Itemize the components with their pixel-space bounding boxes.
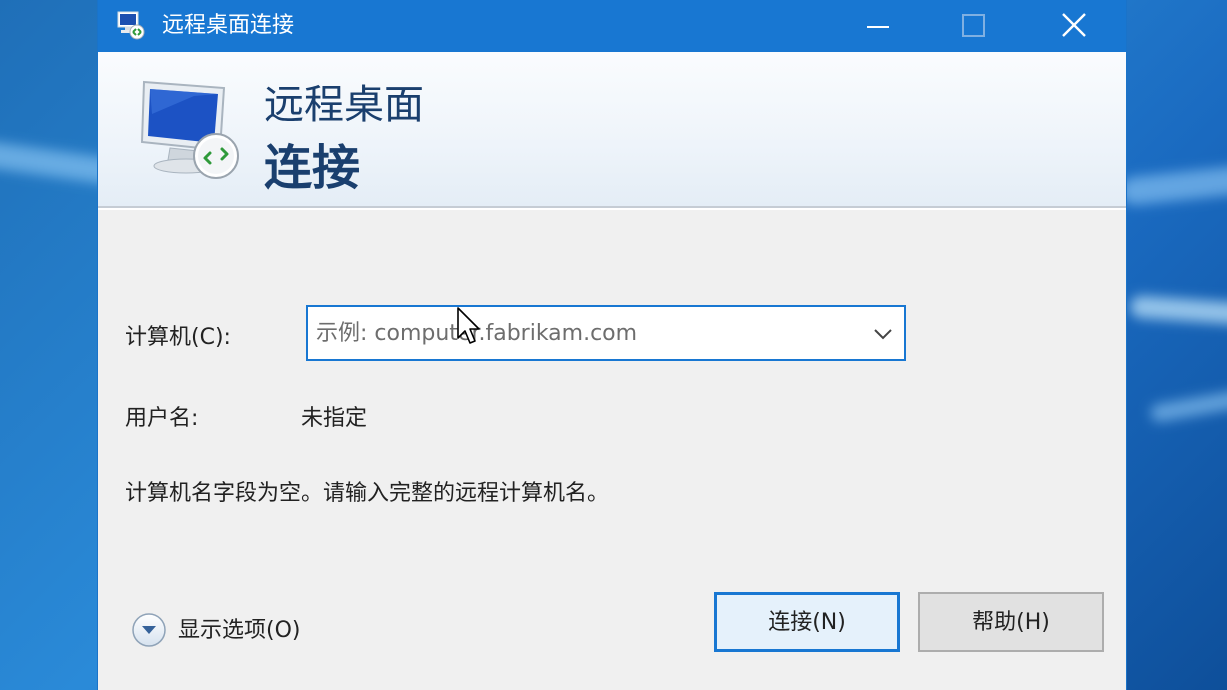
status-message: 计算机名字段为空。请输入完整的远程计算机名。 — [125, 481, 610, 506]
mouse-cursor-icon — [456, 306, 482, 346]
remote-desktop-icon — [116, 10, 146, 40]
expand-circle-icon[interactable] — [130, 611, 168, 649]
light-beam — [1118, 161, 1227, 207]
computer-label: 计算机(C): — [125, 325, 231, 350]
close-icon — [1062, 13, 1086, 37]
username-label: 用户名: — [125, 406, 199, 431]
header-title: 远程桌面 — [264, 82, 424, 128]
remote-desktop-monitor-icon — [134, 74, 244, 184]
dialog-header: 远程桌面 连接 — [98, 52, 1126, 210]
light-beam — [1129, 295, 1227, 327]
remote-desktop-window: 远程桌面连接 远程桌面 连接 计算机(C): 示例: computer.fabr… — [97, 0, 1127, 690]
minimize-icon — [867, 26, 889, 28]
header-subtitle: 连接 — [264, 140, 361, 196]
connect-button[interactable]: 连接(N) — [714, 592, 900, 652]
close-button[interactable] — [1022, 0, 1126, 52]
title-bar[interactable]: 远程桌面连接 — [98, 0, 1126, 52]
maximize-button[interactable] — [926, 0, 1022, 52]
computer-combobox[interactable]: 示例: computer.fabrikam.com — [306, 305, 906, 361]
window-title: 远程桌面连接 — [162, 13, 295, 38]
minimize-button[interactable] — [830, 0, 926, 52]
chevron-down-icon[interactable] — [868, 319, 898, 349]
help-button[interactable]: 帮助(H) — [918, 592, 1104, 652]
show-options-label[interactable]: 显示选项(O) — [178, 616, 300, 646]
light-beam — [1149, 384, 1227, 424]
username-value: 未指定 — [301, 406, 368, 431]
maximize-icon — [962, 14, 985, 37]
